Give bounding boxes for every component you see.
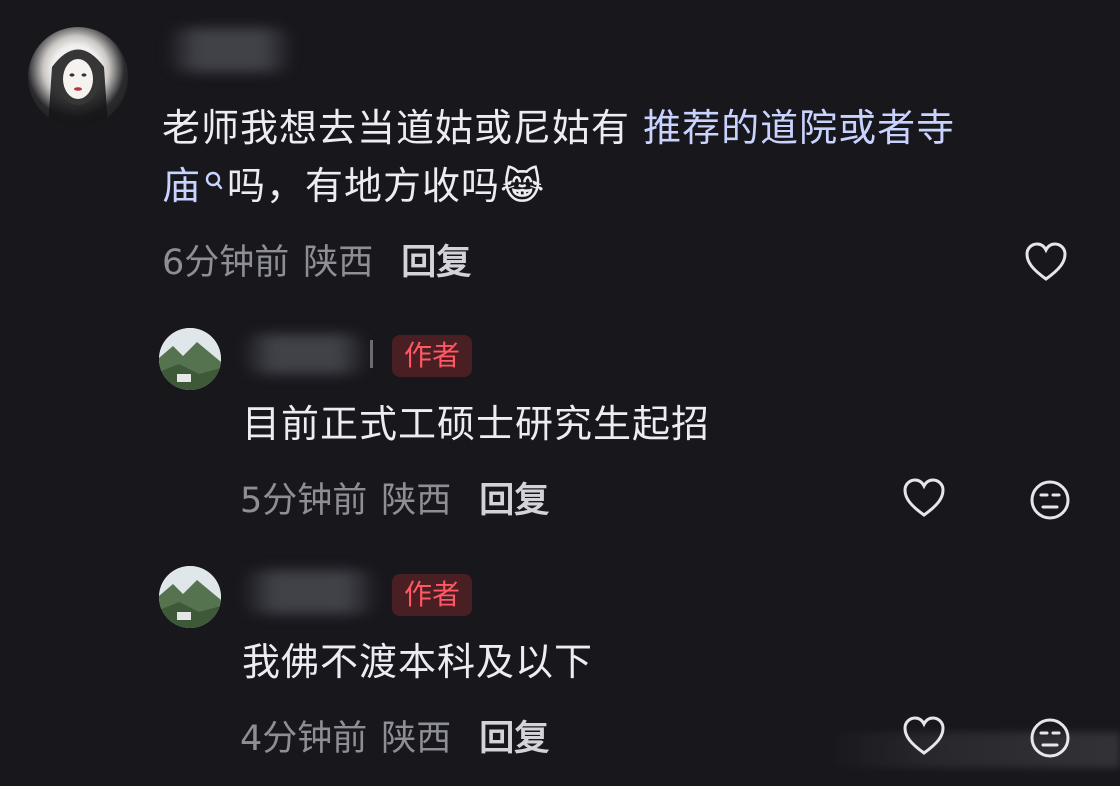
neutral-face-icon[interactable] [1026, 476, 1074, 524]
reply-time: 4分钟前 [240, 719, 368, 759]
commenter-name-blurred[interactable] [165, 28, 295, 72]
commenter-avatar[interactable] [28, 27, 128, 127]
comment-text-part: 老师我想去当道姑或尼姑有 [162, 106, 644, 150]
watermark-blur [820, 732, 1120, 768]
author-avatar[interactable] [159, 328, 221, 390]
comment-body-line2: 庙 吗，有地方收吗😹 [162, 158, 545, 214]
reply-meta: 4分钟前 陕西 回复 [240, 710, 549, 761]
landscape-image [159, 328, 221, 390]
crying-cat-emoji: 😹 [500, 164, 546, 208]
portrait-image [48, 49, 108, 127]
name-divider [370, 340, 373, 368]
author-badge: 作者 [392, 335, 473, 377]
author-name-blurred[interactable] [240, 334, 370, 374]
comment-time: 6分钟前 [162, 243, 290, 283]
comment-text-tail: 吗，有地方收吗 [227, 164, 501, 208]
search-link-end[interactable]: 庙 [162, 164, 201, 208]
reply-location: 陕西 [381, 481, 452, 521]
author-name-blurred[interactable] [240, 570, 380, 614]
comment-body: 老师我想去当道姑或尼姑有 推荐的道院或者寺 [162, 100, 955, 156]
landscape-image [159, 566, 221, 628]
reply-body: 我佛不渡本科及以下 [242, 640, 594, 684]
comment-location: 陕西 [303, 243, 374, 283]
author-badge: 作者 [392, 574, 473, 616]
heart-icon[interactable] [1022, 238, 1070, 286]
author-avatar[interactable] [159, 566, 221, 628]
reply-time: 5分钟前 [240, 481, 368, 521]
search-link[interactable]: 推荐的道院或者寺 [643, 106, 955, 150]
reply-button[interactable]: 回复 [401, 234, 471, 285]
comment-meta: 6分钟前 陕西 回复 [162, 234, 471, 285]
reply-meta: 5分钟前 陕西 回复 [240, 472, 549, 523]
comment-thread: 老师我想去当道姑或尼姑有 推荐的道院或者寺 庙 吗，有地方收吗😹 6分钟前 陕西… [0, 0, 1120, 786]
reply-location: 陕西 [381, 719, 452, 759]
heart-icon[interactable] [900, 474, 948, 522]
reply-button[interactable]: 回复 [479, 472, 549, 523]
search-icon[interactable] [201, 158, 227, 190]
reply-button[interactable]: 回复 [479, 710, 549, 761]
reply-body: 目前正式工硕士研究生起招 [242, 402, 711, 446]
